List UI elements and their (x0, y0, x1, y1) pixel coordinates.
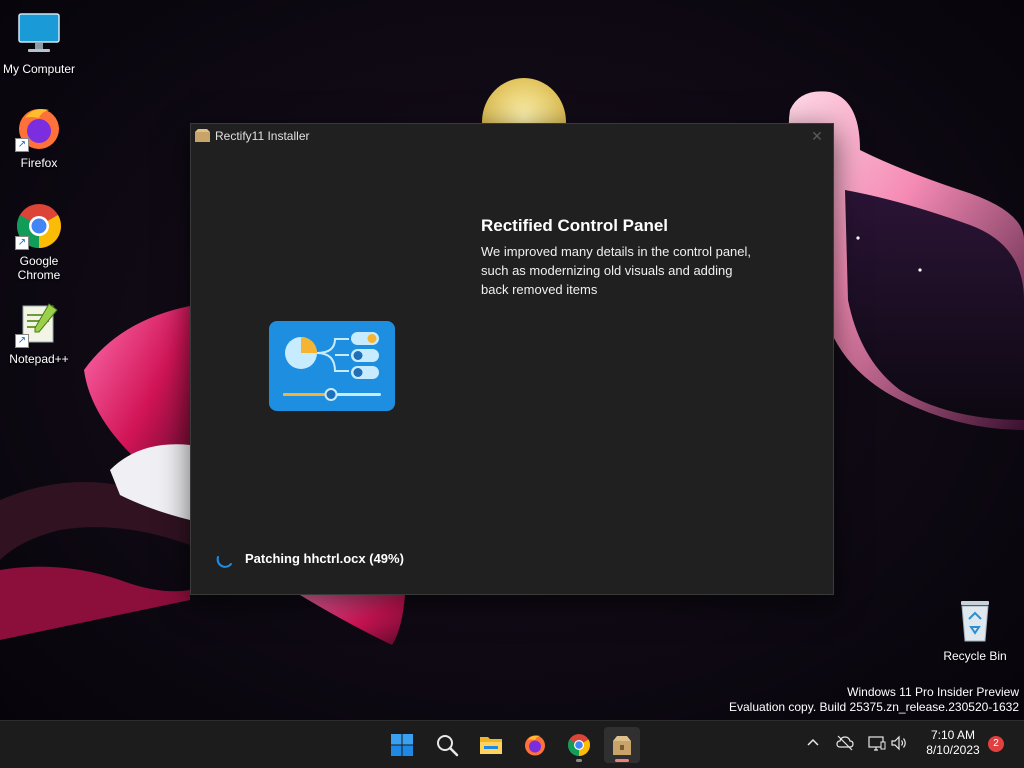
chrome-icon: ↗ (15, 202, 63, 250)
desktop-icon-google-chrome[interactable]: ↗ Google Chrome (0, 202, 78, 282)
desktop-icon-label: My Computer (2, 62, 76, 76)
desktop-icon-label: Google Chrome (17, 254, 61, 282)
watermark-edition: Windows 11 Pro Insider Preview (847, 685, 1019, 699)
desktop-icon-label: Firefox (20, 156, 58, 170)
shortcut-arrow-icon: ↗ (15, 138, 29, 152)
status-text: Patching hhctrl.ocx (49%) (245, 551, 404, 566)
taskbar-clock[interactable]: 7:10 AM 8/10/2023 (922, 728, 984, 758)
close-button[interactable]: ✕ (807, 126, 827, 146)
monitor-icon (15, 10, 63, 58)
progress-spinner-icon (215, 549, 235, 569)
search-icon (437, 735, 459, 757)
notepadpp-icon: ↗ (15, 300, 63, 348)
active-indicator (615, 759, 629, 762)
chrome-icon (568, 734, 590, 756)
feature-title: Rectified Control Panel (481, 216, 669, 235)
window-title: Rectify11 Installer (215, 129, 310, 143)
folder-icon (480, 737, 502, 754)
volume-button[interactable] (890, 734, 908, 752)
notification-badge[interactable]: 2 (988, 736, 1004, 752)
file-explorer-button[interactable] (473, 727, 509, 763)
installer-window: Rectify11 Installer ✕ Rectified Control … (190, 123, 834, 595)
display-button[interactable] (868, 734, 886, 752)
clock-time: 7:10 AM (930, 728, 976, 742)
desktop-icon-label: Recycle Bin (943, 649, 1007, 663)
search-button[interactable] (429, 727, 465, 763)
network-status-button[interactable] (836, 734, 854, 752)
windows-watermark: Windows 11 Pro Insider Preview Evaluatio… (729, 685, 1019, 715)
show-hidden-icons-button[interactable] (804, 734, 822, 752)
feature-description: We improved many details in the control … (481, 244, 752, 297)
watermark-build: Evaluation copy. Build 25375.zn_release.… (729, 700, 1019, 714)
running-indicator (576, 759, 582, 762)
rectify11-installer-taskbar-button[interactable] (604, 727, 640, 763)
desktop-icon-recycle-bin[interactable]: Recycle Bin (936, 597, 1014, 663)
shortcut-arrow-icon: ↗ (15, 334, 29, 348)
desktop-icon-my-computer[interactable]: My Computer (0, 10, 78, 76)
firefox-icon: ↗ (15, 104, 63, 152)
installer-icon (195, 129, 210, 142)
desktop-icon-firefox[interactable]: ↗ Firefox (0, 104, 78, 170)
volume-icon (891, 735, 906, 751)
chevron-up-icon (807, 738, 819, 746)
recycle-bin-icon (951, 597, 999, 645)
start-button[interactable] (384, 727, 420, 763)
cloud-offline-icon (836, 735, 854, 751)
display-icon (868, 736, 886, 751)
clock-date: 8/10/2023 (926, 743, 980, 757)
installer-icon (613, 736, 631, 755)
chrome-taskbar-button[interactable] (561, 727, 597, 763)
shortcut-arrow-icon: ↗ (15, 236, 29, 250)
desktop-icon-label: Notepad++ (9, 352, 69, 366)
firefox-taskbar-button[interactable] (517, 727, 553, 763)
title-bar[interactable]: Rectify11 Installer ✕ (191, 124, 833, 148)
control-panel-icon (269, 321, 395, 411)
firefox-icon (525, 735, 545, 756)
desktop-icon-notepadpp[interactable]: ↗ Notepad++ (0, 300, 78, 366)
windows-start-icon (391, 734, 413, 756)
